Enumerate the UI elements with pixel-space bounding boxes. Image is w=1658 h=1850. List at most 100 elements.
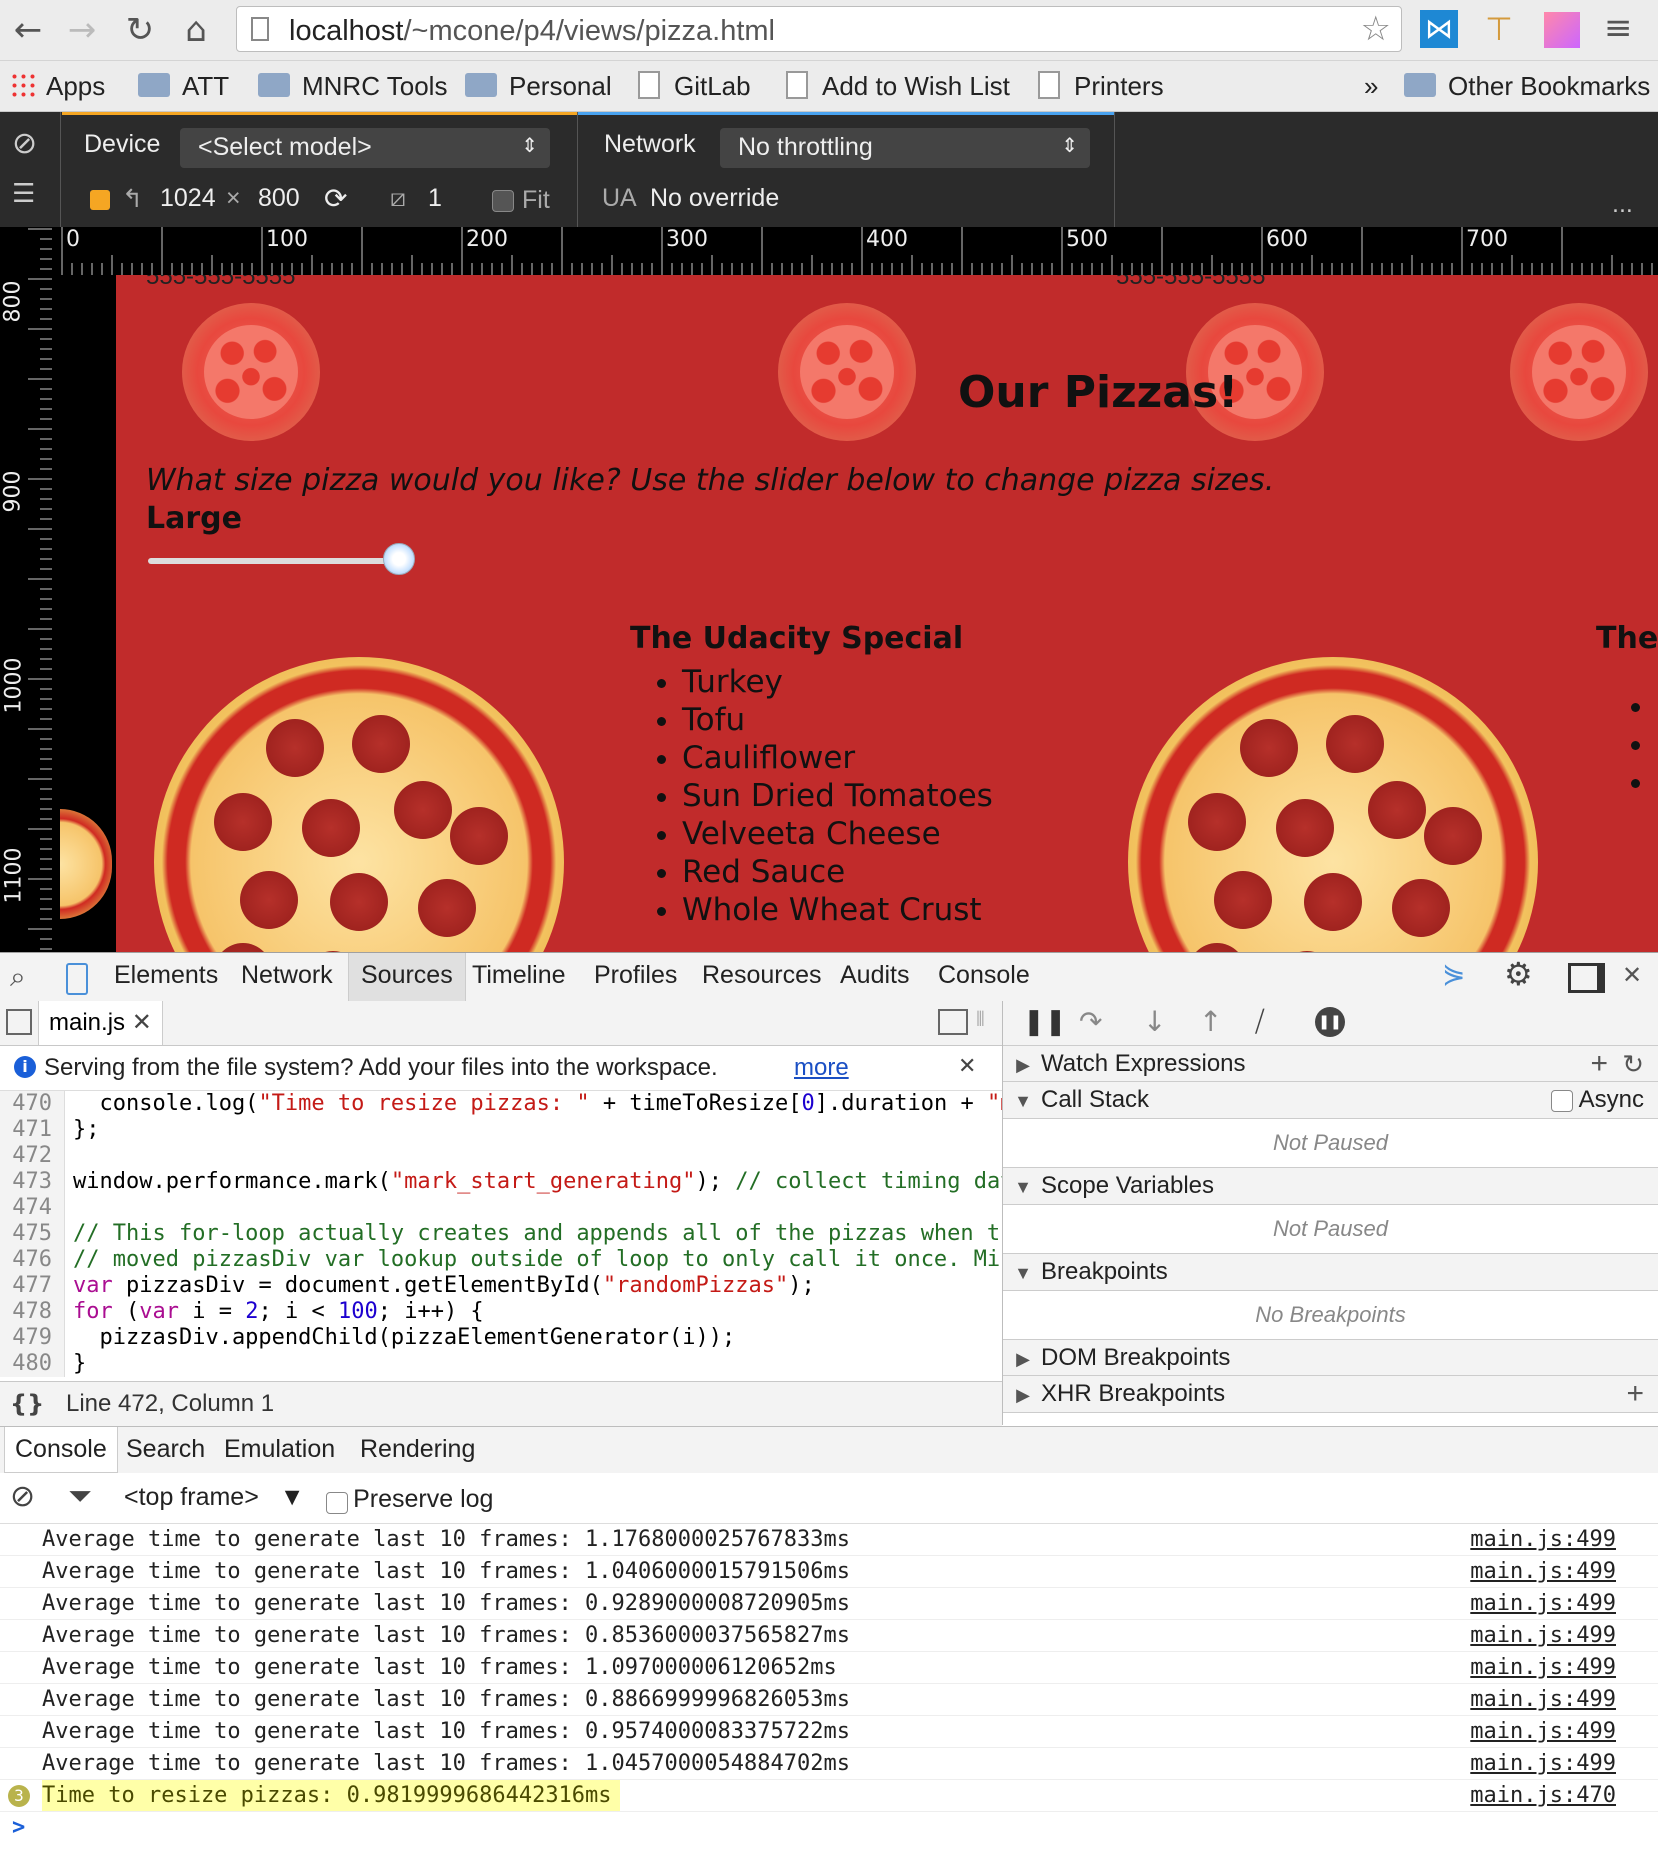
drawer-tab-emulation[interactable]: Emulation: [224, 1435, 335, 1464]
device-model-select[interactable]: <Select model> ⇕: [180, 128, 550, 168]
device-pixel-ratio-input[interactable]: 1: [428, 184, 442, 213]
section-scope-variables[interactable]: ▼ Scope Variables: [1003, 1167, 1658, 1205]
source-link[interactable]: main.js:470: [1470, 1780, 1616, 1811]
deactivate-breakpoints-icon[interactable]: ⧸: [1255, 1005, 1265, 1039]
navigator-toggle-icon[interactable]: [6, 1009, 32, 1035]
tab-console[interactable]: Console: [938, 961, 1030, 990]
bookmark-gitlab[interactable]: GitLab: [638, 69, 751, 103]
preserve-log-checkbox[interactable]: [326, 1491, 348, 1514]
line-number[interactable]: 480: [0, 1351, 65, 1377]
source-link[interactable]: main.js:499: [1470, 1652, 1616, 1683]
add-icon[interactable]: +: [1626, 1376, 1644, 1412]
dock-side-icon[interactable]: [1568, 963, 1605, 993]
more-options-icon[interactable]: ...: [1612, 190, 1633, 219]
swap-dimensions-icon[interactable]: ↰: [122, 184, 143, 214]
close-icon[interactable]: ✕: [132, 1009, 152, 1036]
async-checkbox[interactable]: [1551, 1089, 1574, 1112]
pretty-print-icon[interactable]: {}: [10, 1390, 44, 1418]
bookmark-other-bookmarks[interactable]: Other Bookmarks: [1404, 69, 1650, 103]
line-number[interactable]: 478: [0, 1299, 65, 1325]
device-mode-icon[interactable]: [66, 963, 88, 995]
source-link[interactable]: main.js:499: [1470, 1684, 1616, 1715]
code-line[interactable]: 477 var pizzasDiv = document.getElementBy…: [0, 1273, 1002, 1299]
code-line[interactable]: 471};: [0, 1117, 1002, 1143]
code-line[interactable]: 470 console.log("Time to resize pizzas: …: [0, 1091, 1002, 1117]
bookmark-apps[interactable]: Apps: [10, 69, 105, 103]
line-number[interactable]: 477: [0, 1273, 65, 1299]
bookmark-add-to-wish-list[interactable]: Add to Wish List: [786, 69, 1010, 103]
step-into-icon[interactable]: ↓: [1143, 1005, 1166, 1038]
line-number[interactable]: 475: [0, 1221, 65, 1247]
code-line[interactable]: 478 for (var i = 2; i < 100; i++) {: [0, 1299, 1002, 1325]
add-icon[interactable]: +: [1590, 1046, 1608, 1082]
tab-sources[interactable]: Sources: [348, 953, 466, 1001]
section-breakpoints[interactable]: ▼ Breakpoints: [1003, 1253, 1658, 1291]
resolution-checkbox[interactable]: [90, 190, 110, 210]
tab-main-js[interactable]: main.js ✕: [38, 1001, 163, 1045]
toggle-media-queries-icon[interactable]: ☰: [12, 178, 35, 209]
pause-icon[interactable]: ❚❚: [1023, 1007, 1067, 1037]
chevron-more-icon[interactable]: »: [1364, 69, 1378, 103]
code-line[interactable]: 476 // moved pizzasDiv var lookup outside…: [0, 1247, 1002, 1273]
tab-elements[interactable]: Elements: [114, 961, 218, 990]
line-number[interactable]: 473: [0, 1169, 65, 1195]
tab-network[interactable]: Network: [241, 961, 333, 990]
code-line[interactable]: 472: [0, 1143, 1002, 1169]
slider-thumb[interactable]: [383, 543, 415, 575]
pizza-size-slider[interactable]: [148, 543, 415, 575]
step-over-icon[interactable]: ↷: [1079, 1005, 1102, 1038]
bookmark-att[interactable]: ATT: [138, 69, 229, 103]
debugger-toggle-icon[interactable]: [938, 1009, 968, 1035]
tab-audits[interactable]: Audits: [840, 961, 909, 990]
height-input[interactable]: 800: [258, 184, 300, 213]
close-icon[interactable]: ✕: [1622, 961, 1642, 990]
close-icon[interactable]: ✕: [958, 1054, 976, 1079]
line-number[interactable]: 470: [0, 1091, 65, 1117]
bookmark-personal[interactable]: Personal: [465, 69, 612, 103]
fit-checkbox[interactable]: [492, 190, 514, 212]
width-input[interactable]: 1024: [160, 184, 216, 213]
section-dom-breakpoints[interactable]: ▶ DOM Breakpoints: [1003, 1339, 1658, 1377]
async-option[interactable]: Async: [1551, 1082, 1644, 1118]
pause-on-exceptions-icon[interactable]: ❚❚: [1315, 1007, 1345, 1037]
line-number[interactable]: 472: [0, 1143, 65, 1169]
extension-icon[interactable]: ⋈: [1420, 10, 1458, 48]
home-icon[interactable]: ⌂: [174, 8, 218, 52]
rotate-icon[interactable]: ⟳: [324, 182, 347, 215]
source-link[interactable]: main.js:499: [1470, 1620, 1616, 1651]
tab-profiles[interactable]: Profiles: [594, 961, 677, 990]
bookmark-printers[interactable]: Printers: [1038, 69, 1164, 103]
line-number[interactable]: 479: [0, 1325, 65, 1351]
network-throttle-select[interactable]: No throttling ⇕: [720, 128, 1090, 168]
line-number[interactable]: 474: [0, 1195, 65, 1221]
ruler-extension-icon[interactable]: ⊤: [1480, 10, 1518, 48]
gear-icon[interactable]: ⚙: [1504, 955, 1533, 993]
preserve-log-option[interactable]: Preserve log: [326, 1485, 493, 1514]
show-console-drawer-icon[interactable]: ⋟: [1442, 957, 1465, 990]
source-link[interactable]: main.js:499: [1470, 1588, 1616, 1619]
reload-icon[interactable]: ↻: [118, 8, 162, 52]
bookmark-mnrc-tools[interactable]: MNRC Tools: [258, 69, 447, 103]
back-arrow-icon[interactable]: ←: [6, 8, 50, 52]
code-editor[interactable]: 470 console.log("Time to resize pizzas: …: [0, 1091, 1002, 1381]
menu-icon[interactable]: ≡: [1604, 8, 1633, 48]
step-out-icon[interactable]: ↑: [1199, 1005, 1222, 1038]
code-line[interactable]: 480}: [0, 1351, 1002, 1377]
source-link[interactable]: main.js:499: [1470, 1556, 1616, 1587]
inspect-element-icon[interactable]: ⌕: [10, 961, 26, 994]
source-link[interactable]: main.js:499: [1470, 1524, 1616, 1555]
filter-icon[interactable]: ⏷: [68, 1479, 92, 1514]
console-prompt[interactable]: >: [0, 1812, 1658, 1843]
forward-arrow-icon[interactable]: →: [60, 8, 104, 52]
disable-emulation-icon[interactable]: ⊘: [12, 126, 37, 161]
code-line[interactable]: 479 pizzasDiv.appendChild(pizzaElementGe…: [0, 1325, 1002, 1351]
address-bar[interactable]: localhost/~mcone/p4/views/pizza.html ☆: [236, 6, 1402, 52]
code-line[interactable]: 475 // This for-loop actually creates and…: [0, 1221, 1002, 1247]
bookmark-star-icon[interactable]: ☆: [1361, 9, 1391, 49]
clear-console-icon[interactable]: ⊘: [10, 1479, 35, 1514]
line-number[interactable]: 471: [0, 1117, 65, 1143]
drawer-tab-rendering[interactable]: Rendering: [360, 1435, 475, 1464]
code-line[interactable]: 473 window.performance.mark("mark_start_g…: [0, 1169, 1002, 1195]
code-line[interactable]: 474: [0, 1195, 1002, 1221]
section-call-stack[interactable]: ▼ Call Stack Async: [1003, 1081, 1658, 1119]
